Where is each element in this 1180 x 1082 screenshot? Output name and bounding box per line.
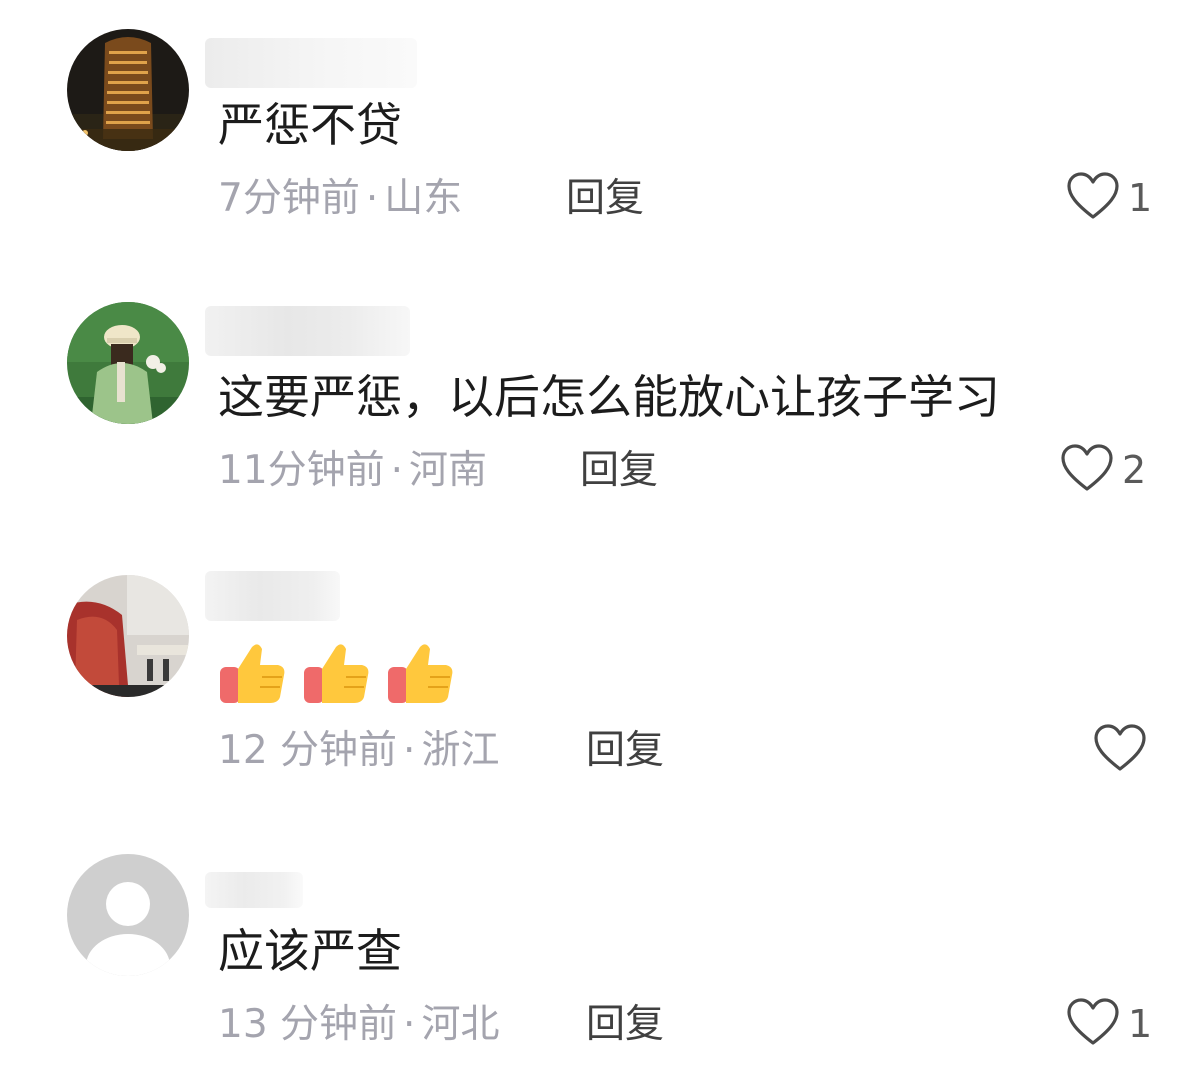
comment-meta: 11分钟前 · 河南 [218, 448, 487, 494]
comment-location: 河南 [409, 448, 488, 493]
comment-emoji-row [218, 643, 454, 711]
meta-separator: · [365, 176, 379, 221]
heart-outline-icon [1060, 443, 1114, 497]
heart-outline-icon [1093, 723, 1147, 777]
comment-location: 河北 [421, 1002, 500, 1047]
comment-meta: 12 分钟前 · 浙江 [218, 728, 499, 774]
like-count: 2 [1122, 448, 1147, 492]
reply-button[interactable]: 回复 [580, 448, 658, 494]
comment-text: 这要严惩，以后怎么能放心让孩子学习 [218, 370, 1000, 424]
comment-time: 7分钟前 [218, 176, 360, 221]
comment-time: 11分钟前 [218, 448, 385, 493]
heart-outline-icon [1066, 997, 1120, 1051]
reply-button[interactable]: 回复 [566, 176, 644, 222]
username-blurred [205, 38, 417, 88]
like-count: 1 [1128, 176, 1153, 220]
username-blurred [205, 872, 303, 908]
like-button[interactable]: 1 [1066, 168, 1152, 228]
thumbs-up-icon [386, 643, 454, 711]
like-button[interactable] [1093, 720, 1155, 780]
comment-text: 严惩不贷 [218, 98, 402, 152]
comment-item: 这要严惩，以后怎么能放心让孩子学习 11分钟前 · 河南 回复 2 [0, 270, 1180, 530]
comment-location: 山东 [384, 176, 463, 221]
meta-separator: · [403, 728, 416, 773]
comment-time: 12 分钟前 [218, 728, 398, 773]
like-button[interactable]: 2 [1060, 440, 1146, 500]
comment-location: 浙江 [421, 728, 500, 773]
comment-meta: 13 分钟前 · 河北 [218, 1002, 499, 1048]
avatar[interactable] [67, 575, 189, 697]
avatar[interactable] [67, 854, 189, 976]
avatar[interactable] [67, 302, 189, 424]
username-blurred [205, 571, 340, 621]
comment-item: 应该严查 13 分钟前 · 河北 回复 1 [0, 820, 1180, 1082]
comment-list: 严惩不贷 7分钟前 · 山东 回复 1 这要严惩，以后怎么能放心让孩子学习 11… [0, 0, 1180, 1082]
thumbs-up-icon [302, 643, 370, 711]
heart-outline-icon [1066, 171, 1120, 225]
meta-separator: · [390, 448, 404, 493]
reply-button[interactable]: 回复 [586, 728, 664, 774]
like-button[interactable]: 1 [1066, 994, 1152, 1054]
comment-item: 12 分钟前 · 浙江 回复 [0, 545, 1180, 805]
meta-separator: · [403, 1002, 416, 1047]
comment-time: 13 分钟前 [218, 1002, 398, 1047]
like-count: 1 [1128, 1002, 1153, 1046]
comment-text: 应该严查 [218, 924, 402, 978]
thumbs-up-icon [218, 643, 286, 711]
comment-meta: 7分钟前 · 山东 [218, 176, 462, 222]
username-blurred [205, 306, 410, 356]
avatar[interactable] [67, 29, 189, 151]
reply-button[interactable]: 回复 [586, 1002, 664, 1048]
comment-item: 严惩不贷 7分钟前 · 山东 回复 1 [0, 0, 1180, 260]
